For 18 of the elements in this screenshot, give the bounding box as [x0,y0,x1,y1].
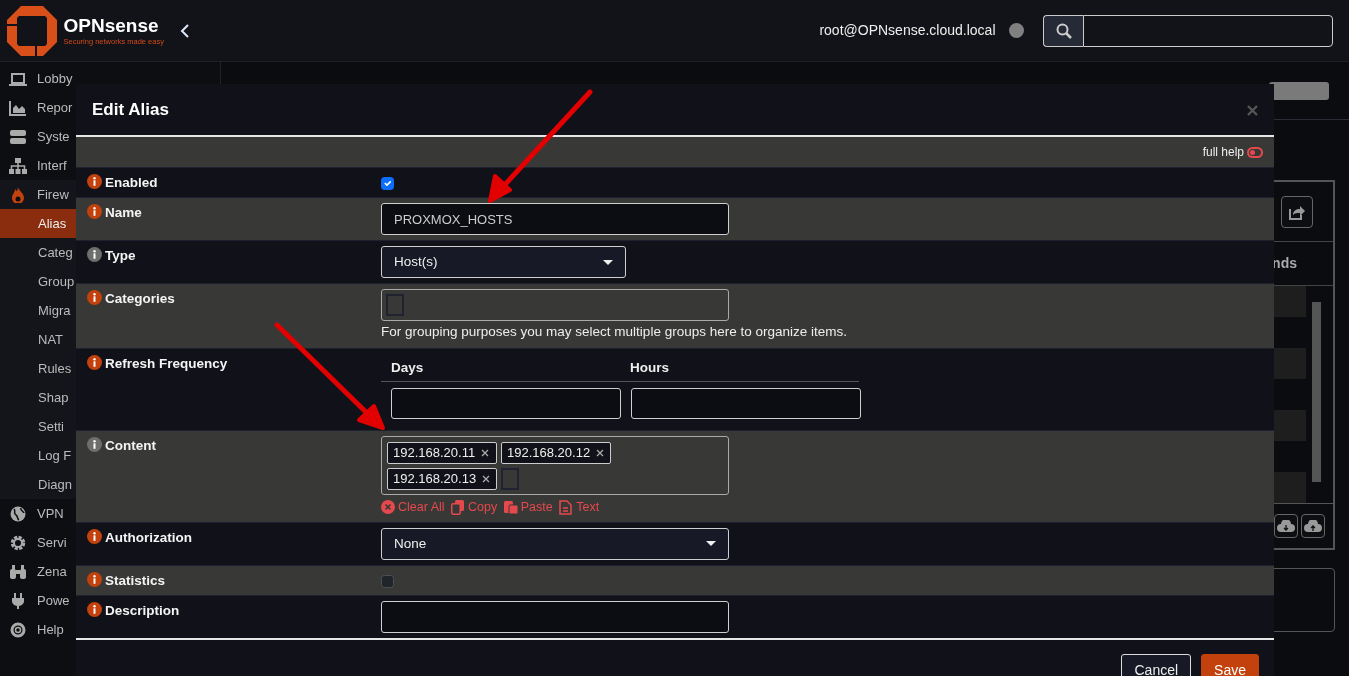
column-header: Days [381,353,620,382]
token-text: 192.168.20.11 [393,444,476,462]
field-label: Description [105,602,180,620]
field-label: Statistics [105,571,166,590]
field-label: Content [105,436,156,455]
modal-title: Edit Alias [92,98,169,121]
field-label: Refresh Frequency [105,354,228,373]
field-label: Categories [105,290,175,309]
field-label: Name [105,204,142,223]
help-text: For grouping purposes you may select multiple groups here to organize items. [381,323,848,342]
field-label: Authorization [105,528,192,547]
column-header: Hours [620,353,859,382]
field-label: Type [105,247,136,266]
help-label: full help [1202,144,1244,161]
field-label: Enabled [105,174,158,192]
brand-name: OPNsense [63,15,160,35]
token-text: 192.168.20.12 [507,444,591,462]
token-text: 192.168.20.13 [393,470,477,488]
